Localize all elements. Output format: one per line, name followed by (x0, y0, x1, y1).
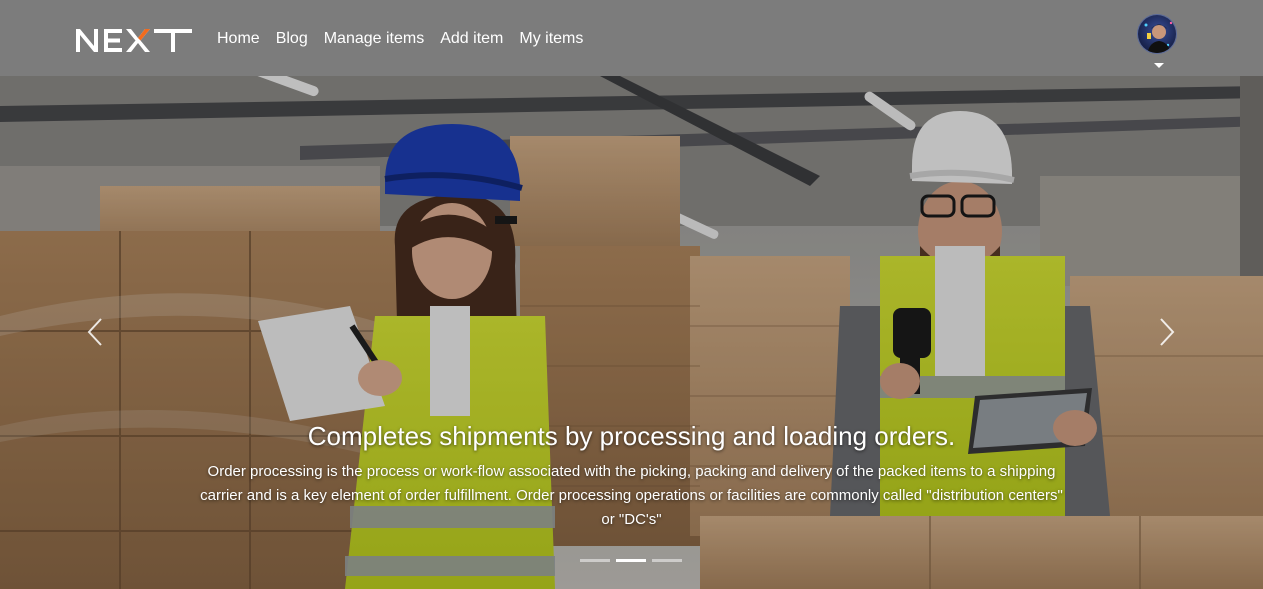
caret-down-icon[interactable] (1154, 63, 1164, 68)
carousel-indicators (580, 559, 682, 562)
brand-logo[interactable] (74, 26, 194, 54)
hero-carousel: Completes shipments by processing and lo… (0, 76, 1263, 589)
slide-description: Order processing is the process or work-… (200, 463, 1063, 528)
carousel-indicator-2[interactable] (616, 559, 646, 562)
carousel-indicator-3[interactable] (652, 559, 682, 562)
nav-link-my-items[interactable]: My items (519, 29, 583, 49)
carousel-next-button[interactable] (1152, 306, 1182, 358)
chevron-left-icon (87, 318, 102, 346)
carousel-indicator-1[interactable] (580, 559, 610, 562)
main-nav: Home Blog Manage items Add item My items (217, 29, 583, 49)
next-logo-icon (76, 29, 192, 52)
chevron-right-icon (1160, 318, 1175, 346)
nav-link-manage-items[interactable]: Manage items (324, 29, 425, 49)
top-navbar: Home Blog Manage items Add item My items (0, 0, 1263, 76)
carousel-prev-button[interactable] (80, 306, 110, 358)
user-avatar-icon (1138, 15, 1176, 53)
user-avatar[interactable] (1137, 14, 1177, 54)
slide-caption: Completes shipments by processing and lo… (200, 420, 1063, 532)
nav-link-add-item[interactable]: Add item (440, 29, 503, 49)
slide-title: Completes shipments by processing and lo… (307, 421, 956, 451)
nav-link-home[interactable]: Home (217, 29, 260, 49)
nav-link-blog[interactable]: Blog (276, 29, 308, 49)
